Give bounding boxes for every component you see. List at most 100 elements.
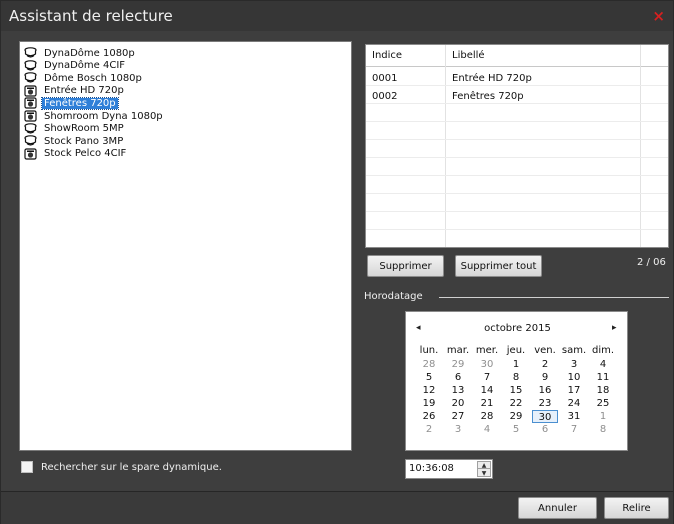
weekday-header: lun.: [419, 345, 439, 356]
timestamp-section-label: Horodatage: [364, 291, 423, 302]
calendar-day[interactable]: 12: [416, 384, 442, 397]
calendar-day[interactable]: 25: [590, 397, 616, 410]
calendar-day[interactable]: 4: [474, 423, 500, 436]
weekday-header: mar.: [446, 345, 470, 356]
weekday-header: dim.: [591, 345, 615, 356]
calendar-day[interactable]: 17: [561, 384, 587, 397]
calendar-day[interactable]: 19: [416, 397, 442, 410]
camera-item-label: DynaDôme 1080p: [44, 47, 135, 59]
calendar-day[interactable]: 6: [445, 371, 471, 384]
camera-list[interactable]: DynaDôme 1080p DynaDôme 4CIF Dôme Bosch 10…: [19, 41, 352, 451]
calendar-day[interactable]: 28: [416, 358, 442, 371]
calendar-day[interactable]: 29: [503, 410, 529, 423]
calendar-day[interactable]: 1: [503, 358, 529, 371]
row-divider: [366, 175, 668, 176]
time-spinner[interactable]: ▲ ▼: [477, 461, 491, 477]
calendar-day[interactable]: 28: [474, 410, 500, 423]
row-divider: [366, 211, 668, 212]
calendar-day[interactable]: 11: [590, 371, 616, 384]
calendar-day[interactable]: 7: [561, 423, 587, 436]
time-input[interactable]: 10:36:08 ▲ ▼: [405, 459, 493, 479]
section-divider: [439, 297, 669, 298]
calendar-day-selected[interactable]: 30: [532, 410, 558, 423]
calendar-day[interactable]: 4: [590, 358, 616, 371]
calendar-day[interactable]: 2: [416, 423, 442, 436]
weekday-header: mer.: [475, 345, 499, 356]
spare-search-label: Rechercher sur le spare dynamique.: [41, 461, 222, 473]
calendar-day[interactable]: 16: [532, 384, 558, 397]
calendar-day[interactable]: 31: [561, 410, 587, 423]
cancel-button[interactable]: Annuler: [518, 497, 597, 519]
row-divider: [366, 85, 668, 86]
calendar-day[interactable]: 20: [445, 397, 471, 410]
dome-camera-icon: [24, 122, 38, 135]
dome-camera-icon: [24, 47, 38, 59]
selection-counter: 2 / 06: [637, 257, 666, 268]
replay-assistant-window: Assistant de relecture × DynaDôme 1080p D…: [0, 0, 674, 524]
close-icon[interactable]: ×: [652, 7, 665, 25]
dome-camera-icon: [24, 59, 38, 72]
calendar-day[interactable]: 30: [474, 358, 500, 371]
calendar-day[interactable]: 3: [445, 423, 471, 436]
box-camera-icon: [24, 148, 38, 160]
window-title: Assistant de relecture: [9, 7, 173, 25]
calendar-day[interactable]: 5: [416, 371, 442, 384]
calendar-day[interactable]: 3: [561, 358, 587, 371]
calendar-day[interactable]: 13: [445, 384, 471, 397]
calendar-day[interactable]: 29: [445, 358, 471, 371]
calendar-day[interactable]: 9: [532, 371, 558, 384]
row-divider: [366, 247, 669, 248]
calendar-day[interactable]: 5: [503, 423, 529, 436]
calendar-day[interactable]: 24: [561, 397, 587, 410]
calendar-day[interactable]: 2: [532, 358, 558, 371]
cell-libelle: Entrée HD 720p: [452, 73, 532, 84]
calendar-day[interactable]: 7: [474, 371, 500, 384]
calendar-day[interactable]: 8: [590, 423, 616, 436]
date-calendar: ◂ octobre 2015 ▸ lun. mar. mer. jeu. ven. sam…: [405, 311, 628, 451]
row-divider: [366, 193, 668, 194]
calendar-day[interactable]: 15: [503, 384, 529, 397]
camera-item-label: DynaDôme 4CIF: [44, 60, 126, 72]
row-divider: [366, 229, 668, 230]
cell-indice: 0002: [372, 91, 398, 102]
cell-indice: 0001: [372, 73, 398, 84]
calendar-day[interactable]: 6: [532, 423, 558, 436]
spinner-down-icon[interactable]: ▼: [478, 470, 490, 477]
calendar-day[interactable]: 1: [590, 410, 616, 423]
table-header: Indice Libellé: [366, 45, 668, 67]
box-camera-icon: [24, 85, 38, 97]
camera-item[interactable]: Stock Pelco 4CIF: [24, 147, 128, 161]
calendar-day[interactable]: 27: [445, 410, 471, 423]
replay-button[interactable]: Relire: [604, 497, 669, 519]
calendar-day[interactable]: 14: [474, 384, 500, 397]
column-header-libelle[interactable]: Libellé: [452, 50, 485, 61]
spare-search-option[interactable]: Rechercher sur le spare dynamique.: [21, 461, 222, 473]
weekday-header: sam.: [561, 345, 587, 356]
weekday-header: jeu.: [506, 345, 526, 356]
dome-camera-icon: [24, 72, 38, 84]
row-divider: [366, 139, 668, 140]
calendar-day[interactable]: 23: [532, 397, 558, 410]
delete-all-button[interactable]: Supprimer tout: [455, 255, 542, 277]
title-bar: Assistant de relecture ×: [1, 1, 673, 31]
next-month-icon[interactable]: ▸: [612, 323, 617, 333]
row-divider: [366, 103, 668, 104]
time-value[interactable]: 10:36:08: [409, 463, 454, 474]
row-divider: [366, 157, 668, 158]
selection-table: Indice Libellé 0001 Entrée HD 720p 0002 …: [365, 44, 669, 248]
camera-item-label: Stock Pano 3MP: [44, 135, 124, 147]
dome-camera-icon: [24, 135, 38, 147]
calendar-day[interactable]: 10: [561, 371, 587, 384]
row-divider: [366, 121, 668, 122]
calendar-day[interactable]: 22: [503, 397, 529, 410]
calendar-day[interactable]: 21: [474, 397, 500, 410]
calendar-day[interactable]: 8: [503, 371, 529, 384]
weekday-header: ven.: [534, 345, 556, 356]
delete-button[interactable]: Supprimer: [367, 255, 444, 277]
calendar-day[interactable]: 18: [590, 384, 616, 397]
column-divider: [445, 45, 446, 247]
column-header-indice[interactable]: Indice: [372, 50, 402, 61]
spare-search-checkbox[interactable]: [21, 461, 33, 473]
spinner-up-icon[interactable]: ▲: [478, 462, 490, 469]
calendar-day[interactable]: 26: [416, 410, 442, 423]
